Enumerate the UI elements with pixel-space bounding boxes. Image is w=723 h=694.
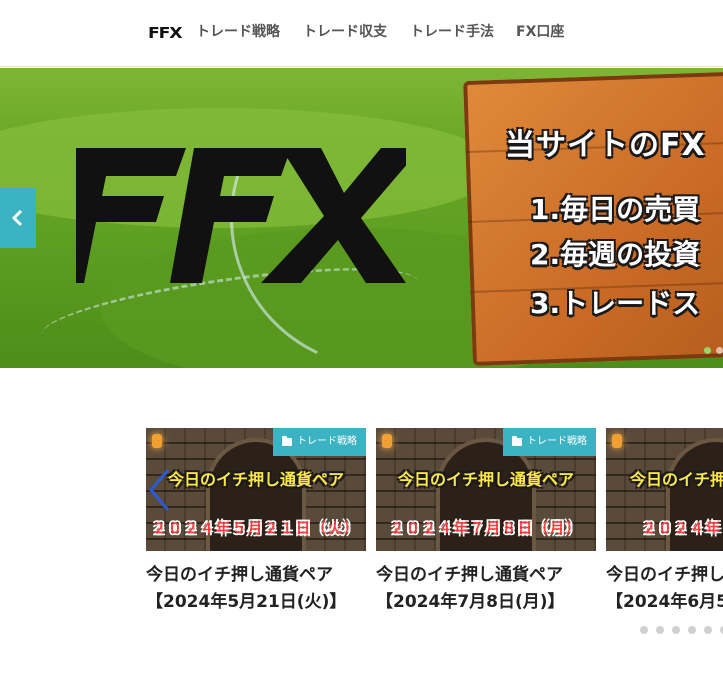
nav-item-trade-strategy[interactable]: トレード戦略 (196, 22, 280, 42)
chevron-left-icon (149, 469, 170, 511)
sign-title: 当サイトのFX (505, 128, 706, 163)
hero-pagination (704, 347, 723, 354)
torch-icon (382, 434, 392, 448)
folder-icon (512, 436, 522, 446)
post-thumbnail[interactable]: 今日のイチ押し通貨ペア ２０２４年７月８日（月） トレード戦略 (376, 428, 596, 551)
chevron-left-icon (11, 209, 23, 227)
post-card[interactable]: 今日のイチ押し通貨ペア ２０２４年７月８日（月） トレード戦略 今日のイチ押し通… (376, 428, 596, 616)
carousel-dot[interactable] (656, 626, 664, 634)
post-thumbnail[interactable]: 今日のイチ押し通貨ペア ２０２４年５月２１日（火） トレード戦略 (146, 428, 366, 551)
folder-icon (282, 436, 292, 446)
carousel-dot[interactable] (672, 626, 680, 634)
hero-slider[interactable]: 当サイトのFX 1.毎日の売買 2.毎週の投資 3.トレードス (0, 68, 723, 368)
nav-item-trade-balance[interactable]: トレード収支 (303, 22, 387, 42)
post-thumbnail[interactable]: 今日のイチ押 ２０２４年６ (606, 428, 723, 551)
carousel-pagination (640, 626, 723, 634)
category-badge[interactable]: トレード戦略 (503, 428, 596, 456)
nav-item-trade-method[interactable]: トレード手法 (410, 22, 494, 42)
post-title[interactable]: 今日のイチ押し通貨ペア 【2024年5月21日(火)】 (146, 562, 376, 616)
post-card[interactable]: 今日のイチ押 ２０２４年６ 今日のイチ押し 【2024年6月5 (606, 428, 723, 616)
carousel-dot[interactable] (640, 626, 648, 634)
hero-fx-logo (76, 148, 406, 283)
post-card[interactable]: 今日のイチ押し通貨ペア ２０２４年５月２１日（火） トレード戦略 今日のイチ押し… (146, 428, 366, 616)
torch-icon (612, 434, 622, 448)
carousel-dot[interactable] (704, 626, 712, 634)
nav-item-fx-account[interactable]: FX口座 (516, 22, 564, 42)
torch-icon (152, 434, 162, 448)
sign-item-2: 2.毎週の投資 (530, 238, 701, 271)
sign-item-3: 3.トレードス (530, 287, 701, 320)
site-header: FFX トレード戦略 トレード収支 トレード手法 FX口座 (0, 0, 723, 67)
post-title[interactable]: 今日のイチ押し 【2024年6月5 (606, 562, 723, 616)
carousel-dot[interactable] (688, 626, 696, 634)
carousel-prev-button[interactable] (148, 468, 172, 512)
hero-dot[interactable] (716, 347, 723, 354)
post-carousel: 今日のイチ押し通貨ペア ２０２４年５月２１日（火） トレード戦略 今日のイチ押し… (146, 428, 723, 628)
hero-dot[interactable] (704, 347, 711, 354)
category-badge[interactable]: トレード戦略 (273, 428, 366, 456)
hero-prev-button[interactable] (0, 188, 36, 248)
sign-item-1: 1.毎日の売買 (530, 193, 701, 226)
site-logo[interactable]: FFX (148, 24, 183, 42)
post-title[interactable]: 今日のイチ押し通貨ペア 【2024年7月8日(月)】 (376, 562, 606, 616)
